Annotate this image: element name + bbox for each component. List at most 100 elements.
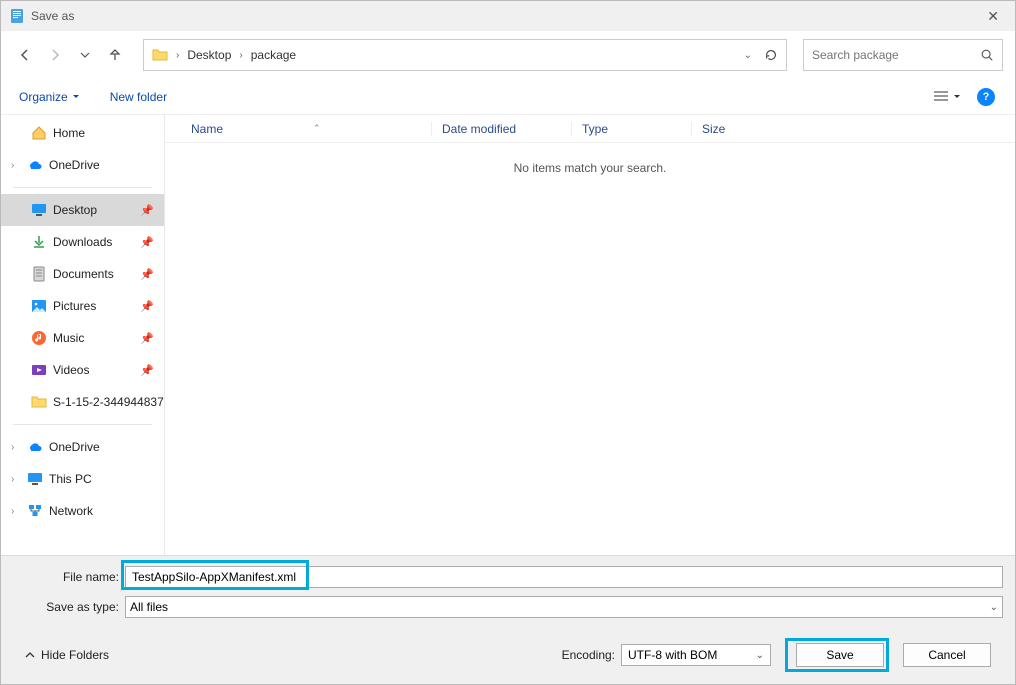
sidebar: Home › OneDrive Desktop 📌 Downloads 📌 Do… — [1, 115, 165, 555]
chevron-up-icon — [25, 650, 35, 660]
saveastype-label: Save as type: — [13, 600, 125, 614]
chevron-down-icon: ⌄ — [990, 602, 998, 613]
network-icon — [27, 503, 43, 519]
empty-message: No items match your search. — [165, 161, 1015, 175]
organize-menu[interactable]: Organize — [19, 90, 80, 104]
column-name[interactable]: Name ⌃ — [191, 122, 431, 136]
forward-button[interactable] — [43, 43, 67, 67]
toolbar: Organize New folder ? — [1, 79, 1015, 115]
sidebar-label: Downloads — [53, 235, 112, 249]
column-size[interactable]: Size — [691, 122, 771, 136]
search-icon[interactable] — [980, 48, 994, 62]
saveastype-row: Save as type: All files ⌄ — [13, 596, 1003, 618]
saveastype-value: All files — [130, 600, 168, 614]
cloud-icon — [27, 439, 43, 455]
cancel-button[interactable]: Cancel — [903, 643, 991, 667]
pictures-icon — [31, 298, 47, 314]
sidebar-item-sidfolder[interactable]: S-1-15-2-344944837 — [1, 386, 164, 418]
saveastype-select[interactable]: All files ⌄ — [125, 596, 1003, 618]
pin-icon: 📌 — [140, 364, 154, 377]
window-title: Save as — [31, 9, 979, 23]
filename-label: File name: — [13, 570, 125, 584]
pin-icon: 📌 — [140, 204, 154, 217]
encoding-value: UTF-8 with BOM — [628, 648, 717, 662]
pin-icon: 📌 — [140, 300, 154, 313]
sidebar-item-downloads[interactable]: Downloads 📌 — [1, 226, 164, 258]
refresh-icon[interactable] — [764, 48, 778, 62]
title-bar: Save as ✕ — [1, 1, 1015, 31]
sidebar-item-desktop[interactable]: Desktop 📌 — [1, 194, 164, 226]
body: Home › OneDrive Desktop 📌 Downloads 📌 Do… — [1, 115, 1015, 555]
filename-row: File name: — [13, 566, 1003, 588]
chevron-right-icon[interactable]: › — [11, 160, 21, 171]
chevron-right-icon: › — [239, 50, 242, 61]
column-type[interactable]: Type — [571, 122, 691, 136]
sidebar-item-network[interactable]: › Network — [1, 495, 164, 527]
back-button[interactable] — [13, 43, 37, 67]
chevron-down-icon — [72, 93, 80, 101]
pin-icon: 📌 — [140, 268, 154, 281]
organize-label: Organize — [19, 90, 68, 104]
videos-icon — [31, 362, 47, 378]
chevron-down-icon: ⌄ — [756, 650, 764, 661]
sidebar-item-documents[interactable]: Documents 📌 — [1, 258, 164, 290]
help-button[interactable]: ? — [977, 88, 995, 106]
sidebar-label: Home — [53, 126, 85, 140]
search-input[interactable] — [812, 48, 980, 62]
breadcrumb-sub[interactable]: package — [251, 48, 296, 62]
hide-folders-button[interactable]: Hide Folders — [25, 648, 109, 662]
file-area: Name ⌃ Date modified Type Size No items … — [165, 115, 1015, 555]
download-icon — [31, 234, 47, 250]
encoding-label: Encoding: — [562, 648, 615, 662]
folder-icon — [31, 394, 47, 410]
pin-icon: 📌 — [140, 332, 154, 345]
pc-icon — [27, 471, 43, 487]
sidebar-item-music[interactable]: Music 📌 — [1, 322, 164, 354]
desktop-icon — [31, 202, 47, 218]
cloud-icon — [27, 157, 43, 173]
sidebar-item-videos[interactable]: Videos 📌 — [1, 354, 164, 386]
address-dropdown-icon[interactable]: ⌄ — [744, 50, 752, 61]
close-icon[interactable]: ✕ — [979, 8, 1007, 25]
sidebar-label: Music — [53, 331, 84, 345]
bottom-panel: File name: Save as type: All files ⌄ Hid… — [1, 555, 1015, 684]
chevron-right-icon[interactable]: › — [11, 474, 21, 485]
save-as-dialog: Save as ✕ › Desktop › package ⌄ Organize… — [0, 0, 1016, 685]
chevron-right-icon[interactable]: › — [11, 506, 21, 517]
address-bar[interactable]: › Desktop › package ⌄ — [143, 39, 787, 71]
sidebar-label: OneDrive — [49, 158, 100, 172]
recent-dropdown[interactable] — [73, 43, 97, 67]
sidebar-label: OneDrive — [49, 440, 100, 454]
sidebar-label: Desktop — [53, 203, 97, 217]
sidebar-item-onedrive[interactable]: › OneDrive — [1, 149, 164, 181]
save-button[interactable]: Save — [796, 643, 884, 667]
folder-icon — [152, 47, 168, 63]
list-view-icon — [933, 90, 949, 104]
home-icon — [31, 125, 47, 141]
sidebar-item-onedrive2[interactable]: › OneDrive — [1, 431, 164, 463]
sidebar-item-thispc[interactable]: › This PC — [1, 463, 164, 495]
chevron-right-icon[interactable]: › — [11, 442, 21, 453]
chevron-down-icon — [953, 93, 961, 101]
view-menu[interactable] — [933, 90, 961, 104]
music-icon — [31, 330, 47, 346]
nav-row: › Desktop › package ⌄ — [1, 31, 1015, 79]
filename-input[interactable] — [125, 566, 1003, 588]
column-date[interactable]: Date modified — [431, 122, 571, 136]
sidebar-item-home[interactable]: Home — [1, 117, 164, 149]
sidebar-label: Documents — [53, 267, 114, 281]
new-folder-button[interactable]: New folder — [110, 90, 167, 104]
sidebar-label: Network — [49, 504, 93, 518]
up-button[interactable] — [103, 43, 127, 67]
sidebar-label: Pictures — [53, 299, 96, 313]
column-headers: Name ⌃ Date modified Type Size — [165, 115, 1015, 143]
encoding-select[interactable]: UTF-8 with BOM ⌄ — [621, 644, 771, 666]
app-icon — [9, 8, 25, 24]
chevron-right-icon: › — [176, 50, 179, 61]
breadcrumb-root[interactable]: Desktop — [187, 48, 231, 62]
sidebar-item-pictures[interactable]: Pictures 📌 — [1, 290, 164, 322]
sidebar-label: Videos — [53, 363, 89, 377]
highlight-box: Save — [785, 638, 889, 672]
search-box[interactable] — [803, 39, 1003, 71]
sidebar-label: S-1-15-2-344944837 — [53, 395, 164, 409]
